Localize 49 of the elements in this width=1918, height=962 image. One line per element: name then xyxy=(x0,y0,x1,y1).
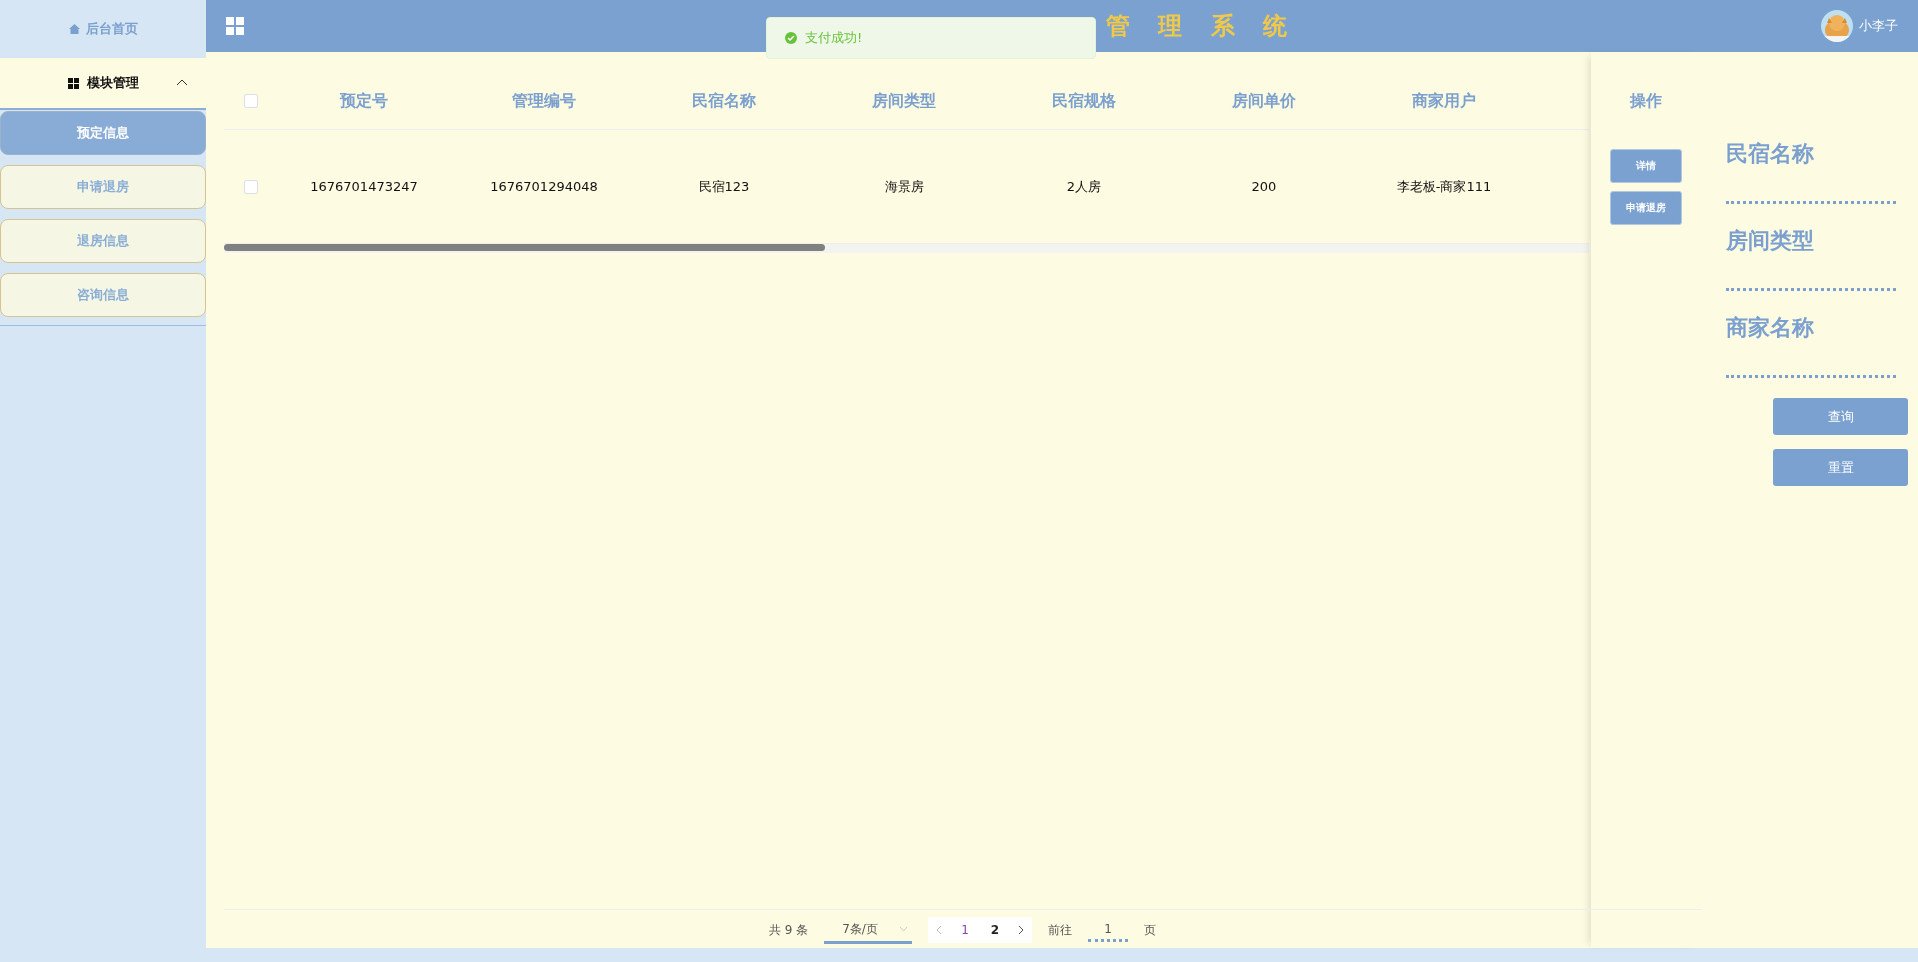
column-header: 预定号 xyxy=(340,90,388,110)
table-cell: 2人房 xyxy=(1066,178,1102,194)
goto-label: 前往 xyxy=(1048,922,1073,939)
column-header: 民宿规格 xyxy=(1052,90,1116,110)
toast-message: 支付成功! xyxy=(805,29,863,48)
menu-icon[interactable] xyxy=(226,17,244,35)
details-button[interactable]: 详情 xyxy=(1610,148,1682,183)
page-link[interactable]: 2 xyxy=(986,921,1004,939)
table-cell: 1676701473247 xyxy=(310,178,418,194)
column-header: 管理编号 xyxy=(512,90,576,110)
sidebar-item[interactable]: 申请退房 xyxy=(0,165,206,209)
sidebar-item[interactable]: 咨询信息 xyxy=(0,273,206,317)
page-link[interactable]: 1 xyxy=(957,921,973,939)
table-cell: 民宿123 xyxy=(698,178,750,194)
next-page-icon[interactable] xyxy=(1017,925,1025,935)
column-header: 房间单价 xyxy=(1232,90,1296,110)
caret-icon xyxy=(899,925,909,932)
column-header: 操作 xyxy=(1630,90,1662,112)
check-icon xyxy=(785,32,797,44)
sidebar-item[interactable]: 预定信息 xyxy=(0,111,206,155)
page-unit: 页 xyxy=(1144,922,1157,939)
reset-button[interactable]: 重置 xyxy=(1773,449,1908,486)
page-size-select[interactable]: 7条/页 xyxy=(824,916,913,944)
field-label: 房间类型 xyxy=(1726,227,1814,255)
sidebar-item[interactable]: 退房信息 xyxy=(0,219,206,263)
row-checkbox[interactable] xyxy=(244,179,258,194)
caret-icon xyxy=(176,78,188,87)
user-name[interactable]: 小李子 xyxy=(1859,16,1898,36)
column-header: 民宿名称 xyxy=(692,90,756,110)
scrollbar-thumb[interactable] xyxy=(224,244,825,251)
field-label: 民宿名称 xyxy=(1726,140,1814,168)
menu-group[interactable]: 模块管理 xyxy=(0,58,206,110)
select-all-checkbox[interactable] xyxy=(244,93,258,108)
home-icon xyxy=(68,24,80,34)
table-cell: 200 xyxy=(1251,178,1277,194)
checkout-request-button[interactable]: 申请退房 xyxy=(1610,190,1682,225)
page-input[interactable]: 1 xyxy=(1088,918,1129,942)
table-cell: 李老板-商家111 xyxy=(1396,178,1492,194)
home-link[interactable]: 后台首页 xyxy=(85,19,138,39)
column-header: 房间类型 xyxy=(872,90,936,110)
total-count: 共 9 条 xyxy=(768,922,809,939)
grid-icon xyxy=(67,77,79,89)
field-label: 商家名称 xyxy=(1726,314,1814,342)
table-cell: 海景房 xyxy=(884,178,924,194)
table-cell: 1676701294048 xyxy=(490,178,598,194)
search-button[interactable]: 查询 xyxy=(1773,398,1908,435)
system-title: 管 理 系 统 xyxy=(1106,11,1298,42)
previous-page-icon[interactable] xyxy=(936,925,944,935)
column-header: 商家用户 xyxy=(1412,90,1476,110)
